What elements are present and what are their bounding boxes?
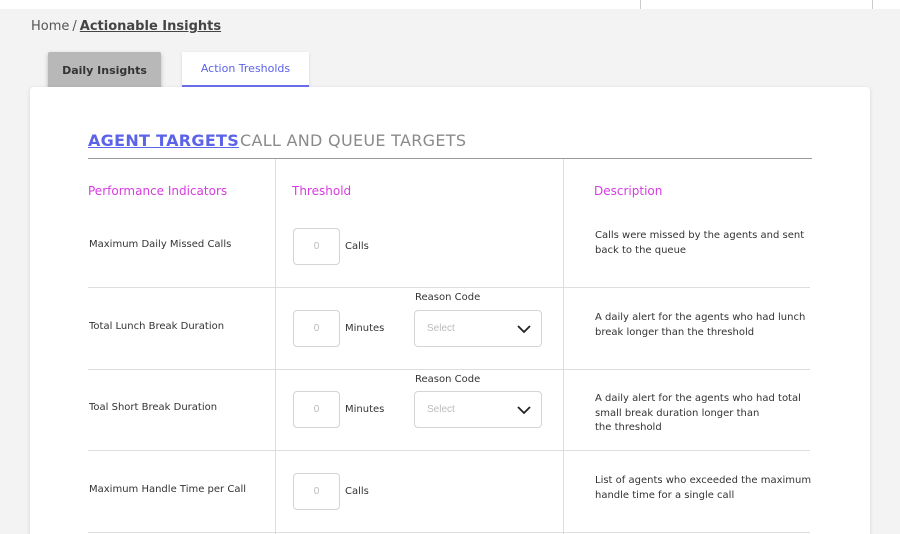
column-divider xyxy=(563,159,564,534)
threshold-input[interactable]: 0 xyxy=(293,310,340,347)
thresholds-card: AGENT TARGETS CALL AND QUEUE TARGETS Per… xyxy=(30,87,870,534)
unit-label: Calls xyxy=(345,486,369,497)
breadcrumb: Home / Actionable Insights xyxy=(31,19,221,34)
select-placeholder: Select xyxy=(427,323,455,334)
unit-label: Minutes xyxy=(345,404,385,415)
chevron-down-icon xyxy=(517,406,531,415)
header-divider xyxy=(88,158,812,159)
sub-tab-call-queue-targets[interactable]: CALL AND QUEUE TARGETS xyxy=(240,131,466,150)
top-bar-divider xyxy=(640,0,641,9)
column-header-threshold: Threshold xyxy=(292,184,352,198)
select-placeholder: Select xyxy=(427,404,455,415)
reason-code-select[interactable]: Select xyxy=(414,391,542,428)
threshold-input[interactable]: 0 xyxy=(293,473,340,510)
row-divider xyxy=(88,532,810,533)
indicator-label: Toal Short Break Duration xyxy=(89,402,218,413)
threshold-input[interactable]: 0 xyxy=(293,391,340,428)
description-text: List of agents who exceeded the maximum … xyxy=(595,475,812,501)
sub-tab-agent-targets[interactable]: AGENT TARGETS xyxy=(88,131,239,150)
indicator-label: Maximum Handle Time per Call xyxy=(89,484,247,495)
top-bar-divider xyxy=(872,0,873,9)
threshold-input[interactable]: 0 xyxy=(293,228,340,265)
description-text: A daily alert for the agents who had lun… xyxy=(595,312,806,338)
row-divider xyxy=(88,450,810,451)
tab-action-thresholds[interactable]: Action Tresholds xyxy=(182,52,309,88)
row-divider xyxy=(88,287,810,288)
column-divider xyxy=(275,159,276,534)
reason-code-label: Reason Code xyxy=(415,292,481,303)
indicator-label: Maximum Daily Missed Calls xyxy=(89,239,232,250)
row-divider xyxy=(88,369,810,370)
breadcrumb-home-link[interactable]: Home xyxy=(31,19,69,34)
unit-label: Calls xyxy=(345,241,369,252)
tab-daily-insights[interactable]: Daily Insights xyxy=(48,52,161,88)
reason-code-select[interactable]: Select xyxy=(414,310,542,347)
unit-label: Minutes xyxy=(345,323,385,334)
reason-code-label: Reason Code xyxy=(415,374,481,385)
description-text: Calls were missed by the agents and sent… xyxy=(595,230,805,256)
top-bar xyxy=(0,0,900,9)
breadcrumb-current[interactable]: Actionable Insights xyxy=(80,19,221,34)
column-header-description: Description xyxy=(594,184,663,198)
column-header-indicators: Performance Indicators xyxy=(88,184,228,198)
description-text: A daily alert for the agents who had tot… xyxy=(595,393,801,433)
breadcrumb-separator: / xyxy=(72,19,77,34)
chevron-down-icon xyxy=(517,325,531,334)
indicator-label: Total Lunch Break Duration xyxy=(89,321,225,332)
